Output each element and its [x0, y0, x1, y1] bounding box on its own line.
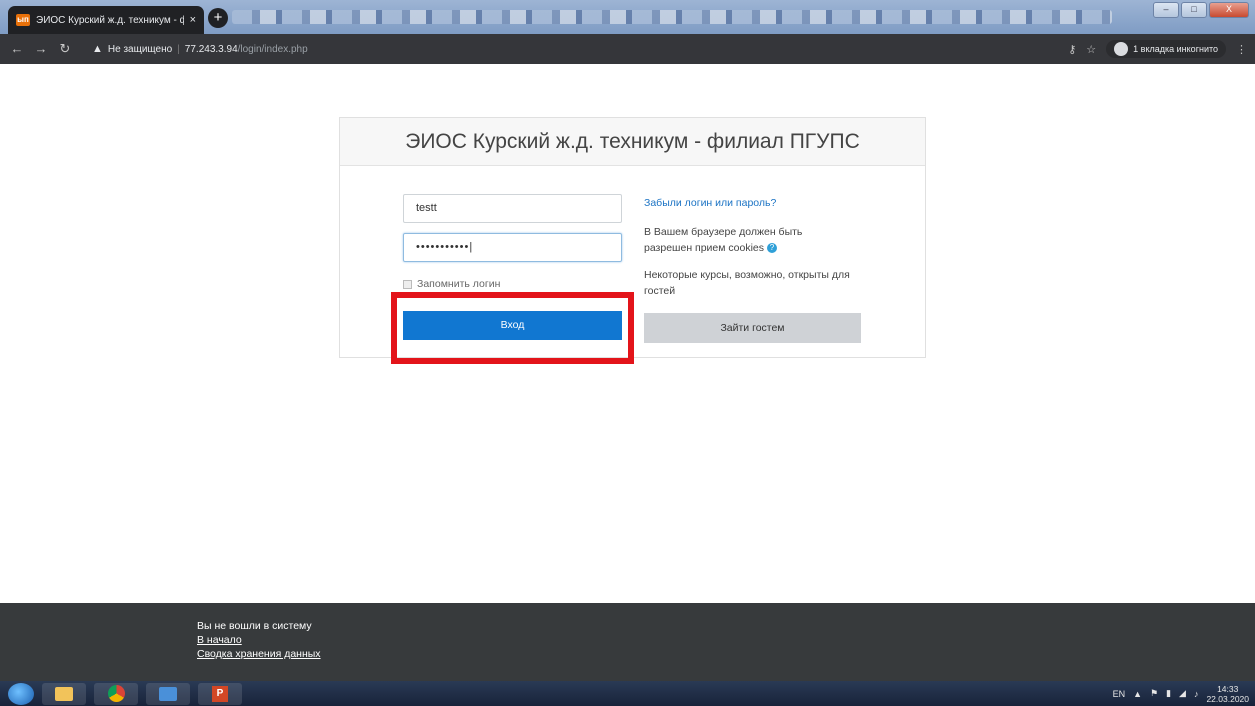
new-tab-button[interactable]: + [208, 8, 228, 28]
home-link[interactable]: В начало [197, 634, 242, 646]
taskbar-explorer[interactable] [42, 682, 86, 705]
signal-icon[interactable]: ◢ [1179, 688, 1186, 699]
data-retention-link[interactable]: Сводка хранения данных [197, 648, 321, 660]
remember-checkbox[interactable] [403, 279, 412, 289]
key-icon[interactable]: ⚷ [1068, 43, 1076, 56]
forward-arrow-icon[interactable]: → [30, 41, 52, 57]
book-icon [159, 686, 177, 701]
url-path[interactable]: /login/index.php [238, 44, 308, 55]
cookies-text: В Вашем браузере должен быть разрешен пр… [644, 226, 803, 254]
url-host[interactable]: 77.243.3.94 [185, 44, 238, 55]
username-input[interactable]: testt [403, 194, 622, 223]
back-arrow-icon[interactable]: ← [6, 41, 28, 57]
flag-icon[interactable]: ⚑ [1150, 688, 1158, 699]
incognito-badge[interactable]: 1 вкладка инкогнито [1106, 40, 1226, 58]
nav-buttons: ← → ↻ [6, 41, 76, 57]
warning-icon[interactable]: ▲ [92, 43, 103, 55]
window-controls: – □ X [1153, 2, 1249, 18]
help-icon[interactable]: ? [766, 243, 777, 254]
browser-tab[interactable]: ып ЭИОС Курский ж.д. техникум - ф × [8, 6, 204, 34]
incognito-icon [1114, 42, 1129, 56]
tab-strip: ып ЭИОС Курский ж.д. техникум - ф × + – … [0, 0, 1255, 34]
remember-login[interactable]: Запомнить логин [403, 278, 500, 290]
taskbar-chrome[interactable] [94, 682, 138, 705]
clock[interactable]: 14:33 22.03.2020 [1206, 684, 1249, 704]
language-indicator[interactable]: EN [1113, 689, 1126, 699]
taskbar-powerpoint[interactable]: P [198, 682, 242, 705]
reload-icon[interactable]: ↻ [54, 41, 76, 57]
login-status: Вы не вошли в систему [197, 620, 312, 632]
login-button[interactable]: Вход [403, 311, 622, 340]
page-footer: Вы не вошли в систему В начало Сводка хр… [0, 603, 1255, 681]
site-title: ЭИОС Курский ж.д. техникум - филиал ПГУП… [340, 118, 925, 166]
cookies-notice: В Вашем браузере должен быть разрешен пр… [644, 224, 844, 256]
taskbar-app[interactable] [146, 682, 190, 705]
divider: | [177, 43, 180, 55]
taskbar: P EN ▲ ⚑ ▮ ◢ ♪ 14:33 22.03.2020 [0, 681, 1255, 706]
network-icon[interactable]: ▮ [1166, 688, 1171, 699]
forgot-password-link[interactable]: Забыли логин или пароль? [644, 197, 776, 209]
menu-icon[interactable]: ⋮ [1236, 43, 1247, 56]
star-icon[interactable]: ☆ [1086, 43, 1096, 56]
remember-label[interactable]: Запомнить логин [417, 278, 500, 290]
chrome-icon [107, 685, 125, 702]
close-window-button[interactable]: X [1209, 2, 1249, 18]
tray-arrow-icon[interactable]: ▲ [1133, 689, 1142, 699]
powerpoint-icon: P [212, 685, 228, 702]
tab-title: ЭИОС Курский ж.д. техникум - ф [36, 14, 184, 26]
browser-toolbar: ← → ↻ ▲ Не защищено | 77.243.3.94/login/… [0, 34, 1255, 64]
toolbar-right: ⚷ ☆ 1 вкладка инкогнито ⋮ [1068, 40, 1247, 58]
volume-icon[interactable]: ♪ [1194, 689, 1199, 699]
close-tab-icon[interactable]: × [190, 14, 196, 26]
guest-login-button[interactable]: Зайти гостем [644, 313, 861, 343]
guest-notice: Некоторые курсы, возможно, открыты для г… [644, 269, 850, 297]
desktop-background [232, 10, 1112, 24]
maximize-button[interactable]: □ [1181, 2, 1207, 18]
password-input[interactable]: •••••••••••| [403, 233, 622, 262]
minimize-button[interactable]: – [1153, 2, 1179, 18]
clock-time: 14:33 [1217, 683, 1239, 694]
security-status[interactable]: Не защищено [108, 44, 172, 55]
clock-date: 22.03.2020 [1206, 693, 1249, 704]
site-favicon-icon: ып [16, 14, 30, 26]
incognito-label: 1 вкладка инкогнито [1133, 44, 1218, 54]
system-tray: EN ▲ ⚑ ▮ ◢ ♪ 14:33 22.03.2020 [1113, 681, 1249, 706]
start-button-icon[interactable] [8, 682, 34, 705]
address-bar[interactable]: ▲ Не защищено | 77.243.3.94/login/index.… [92, 39, 1052, 59]
login-panel: ЭИОС Курский ж.д. техникум - филиал ПГУП… [339, 117, 926, 358]
folder-icon [55, 686, 73, 701]
